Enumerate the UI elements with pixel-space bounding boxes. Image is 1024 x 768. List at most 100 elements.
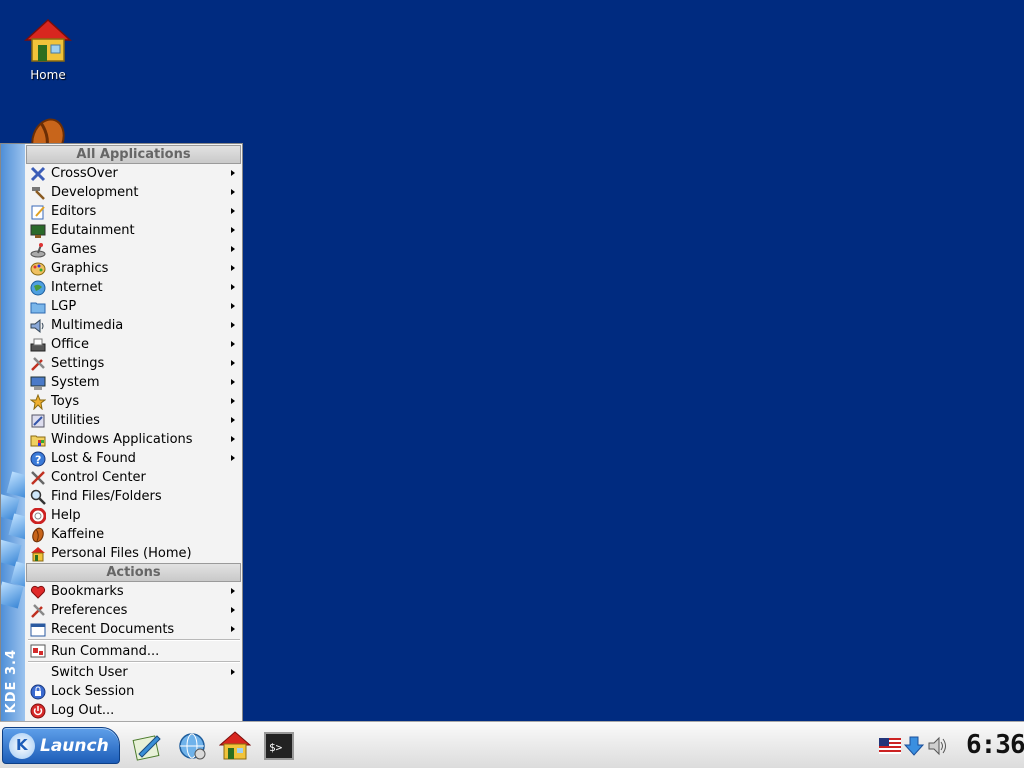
document-window-icon [30, 622, 46, 638]
menu-item-recent-documents[interactable]: Recent Documents [26, 620, 242, 639]
computer-icon [30, 375, 46, 391]
menu-item-office[interactable]: Office [26, 335, 242, 354]
svg-text:?: ? [35, 453, 41, 466]
menu-item-label: Personal Files (Home) [51, 546, 192, 561]
taskbar: Launch $> 6:36 [0, 721, 1024, 768]
menu-item-run-command[interactable]: Run Command... [26, 641, 242, 661]
submenu-arrow-icon [231, 227, 235, 233]
menu-item-kaffeine[interactable]: Kaffeine [26, 525, 242, 544]
menu-item-utilities[interactable]: Utilities [26, 411, 242, 430]
empty-icon-slot [30, 665, 46, 681]
menu-item-editors[interactable]: Editors [26, 202, 242, 221]
run-icon [30, 643, 46, 659]
launch-label: Launch [40, 735, 109, 756]
submenu-arrow-icon [231, 360, 235, 366]
menu-item-label: Settings [51, 356, 105, 371]
menu-item-system[interactable]: System [26, 373, 242, 392]
menu-item-lgp[interactable]: LGP [26, 297, 242, 316]
home-icon [30, 546, 46, 562]
toys-icon [29, 393, 47, 410]
menu-item-label: Kaffeine [51, 527, 105, 542]
windows-folder-icon [30, 432, 46, 448]
menu-item-graphics[interactable]: Graphics [26, 259, 242, 278]
download-arrow-icon[interactable] [903, 736, 925, 756]
us-flag-icon[interactable] [879, 736, 901, 756]
menu-item-label: LGP [51, 299, 77, 314]
menu-item-control-center[interactable]: Control Center [26, 468, 242, 487]
volume-icon[interactable] [927, 736, 949, 756]
submenu-arrow-icon [231, 303, 235, 309]
submenu-arrow-icon [231, 455, 235, 461]
konqueror-globe-icon[interactable] [176, 730, 208, 762]
menu-item-preferences[interactable]: Preferences [26, 601, 242, 620]
submenu-arrow-icon [231, 341, 235, 347]
menu-item-label: Switch User [51, 665, 128, 680]
joystick-icon [30, 242, 46, 258]
menu-item-internet[interactable]: Internet [26, 278, 242, 297]
menu-item-edutainment[interactable]: Edutainment [26, 221, 242, 240]
menu-item-label: Lost & Found [51, 451, 136, 466]
menu-item-settings[interactable]: Settings [26, 354, 242, 373]
terminal-icon[interactable]: $> [263, 730, 295, 762]
clock[interactable]: 6:36 [966, 730, 1024, 760]
menu-item-label: Internet [51, 280, 103, 295]
submenu-arrow-icon [231, 588, 235, 594]
menu-item-toys[interactable]: Toys [26, 392, 242, 411]
menu-item-label: Toys [51, 394, 80, 409]
menu-item-find-files-folders[interactable]: Find Files/Folders [26, 487, 242, 506]
submenu-arrow-icon [231, 189, 235, 195]
menu-item-personal-files-home[interactable]: Personal Files (Home) [26, 544, 242, 563]
menu-item-lost-found[interactable]: ? Lost & Found [26, 449, 242, 468]
menu-item-label: Editors [51, 204, 97, 219]
submenu-arrow-icon [231, 607, 235, 613]
menu-item-label: Help [51, 508, 81, 523]
lock-icon [30, 684, 46, 700]
menu-item-lock-session[interactable]: Lock Session [26, 682, 242, 701]
crossover-icon [30, 166, 46, 182]
menu-item-label: Find Files/Folders [51, 489, 162, 504]
kde-version-label: KDE 3.4 [4, 648, 19, 713]
menu-item-help[interactable]: Help [26, 506, 242, 525]
menu-item-crossover[interactable]: CrossOver [26, 164, 242, 183]
desktop-icon-label: Home [30, 68, 66, 82]
menu-item-windows-applications[interactable]: Windows Applications [26, 430, 242, 449]
editor-pen-icon[interactable] [131, 730, 163, 762]
menu-item-label: Multimedia [51, 318, 124, 333]
menu-item-multimedia[interactable]: Multimedia [26, 316, 242, 335]
menu-item-label: CrossOver [51, 166, 118, 181]
help-circle-icon: ? [30, 451, 46, 467]
menu-item-bookmarks[interactable]: Bookmarks [26, 582, 242, 601]
submenu-arrow-icon [231, 246, 235, 252]
kaffeine-icon [30, 527, 46, 543]
heart-icon [30, 584, 46, 600]
kde-logo-icon [9, 732, 35, 759]
submenu-arrow-icon [231, 436, 235, 442]
speaker-icon [30, 318, 46, 334]
menu-item-label: Bookmarks [51, 584, 124, 599]
editor-icon [30, 204, 46, 220]
launch-button[interactable]: Launch [2, 727, 120, 764]
menu-item-label: System [51, 375, 100, 390]
menu-item-label: Graphics [51, 261, 109, 276]
home-icon[interactable] [218, 730, 252, 762]
menu-item-log-out[interactable]: Log Out... [26, 701, 242, 720]
desktop-icon-home[interactable]: Home [8, 18, 88, 82]
power-icon [30, 703, 46, 719]
menu-item-switch-user[interactable]: Switch User [26, 663, 242, 682]
menu-item-development[interactable]: Development [26, 183, 242, 202]
section-header-actions: Actions [26, 563, 241, 582]
submenu-arrow-icon [231, 379, 235, 385]
svg-text:$>: $> [269, 741, 283, 754]
folder-icon [30, 299, 46, 315]
menu-item-label: Games [51, 242, 97, 257]
menu-item-label: Run Command... [51, 643, 160, 659]
menu-item-games[interactable]: Games [26, 240, 242, 259]
submenu-arrow-icon [231, 669, 235, 675]
typewriter-icon [30, 337, 46, 353]
section-header-all-applications: All Applications [26, 145, 241, 164]
submenu-arrow-icon [231, 265, 235, 271]
edutainment-icon [30, 223, 46, 239]
submenu-arrow-icon [231, 322, 235, 328]
tools-icon [30, 603, 46, 619]
menu-item-label: Lock Session [51, 684, 135, 699]
